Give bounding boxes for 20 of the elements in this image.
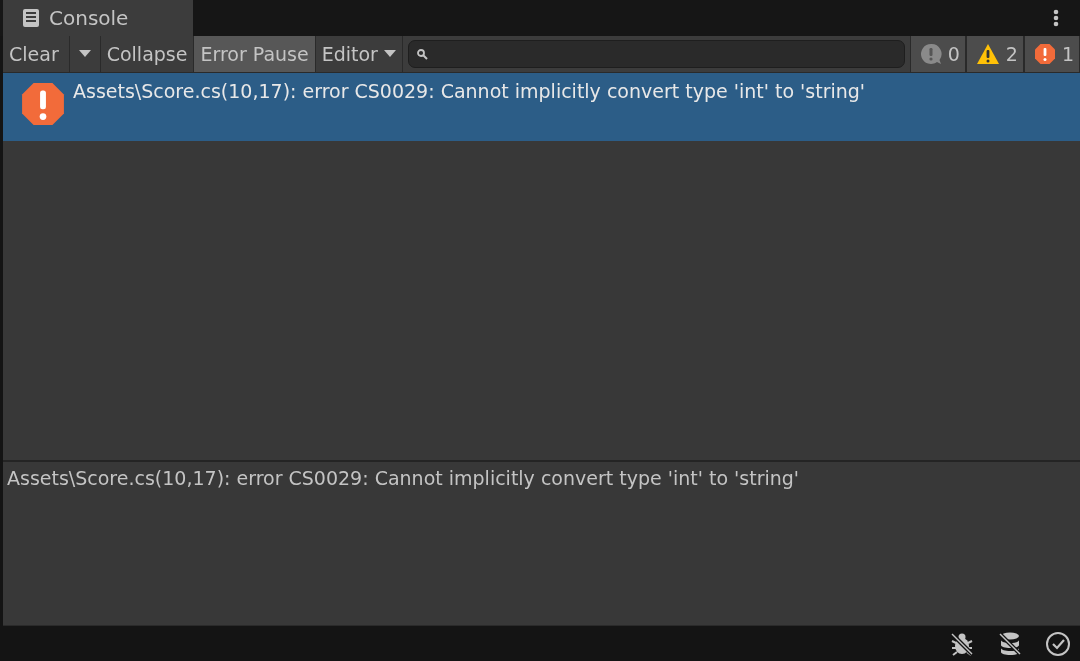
warning-icon: [975, 43, 1000, 65]
log-message: Assets\Score.cs(10,17): error CS0029: Cannot implicitly convert type 'int' to 'string': [73, 80, 866, 102]
tab-title: Console: [49, 6, 129, 30]
error-count-toggle[interactable]: 1: [1023, 36, 1080, 72]
console-icon: [23, 9, 39, 27]
search-field[interactable]: [407, 40, 905, 68]
error-icon: [1033, 43, 1056, 65]
log-entry[interactable]: Assets\Score.cs(10,17): error CS0029: Cannot implicitly convert type 'int' to 'string': [3, 73, 1080, 141]
check-circle-icon[interactable]: [1045, 630, 1071, 657]
caret-icon: [383, 50, 396, 58]
search-icon: [416, 48, 428, 60]
warning-count-toggle[interactable]: 2: [965, 36, 1024, 72]
caret-icon: [78, 50, 91, 58]
more-icon[interactable]: [1053, 9, 1059, 27]
info-bubble-icon: [919, 43, 942, 65]
toggle-button[interactable]: Error Pause: [194, 36, 316, 72]
error-icon: [20, 81, 66, 127]
log-count-toggle[interactable]: 0: [909, 36, 966, 72]
console-tab[interactable]: Console: [3, 0, 193, 36]
log-details: Assets\Score.cs(10,17): error CS0029: Cannot implicitly convert type 'int' to 'string': [7, 467, 800, 489]
